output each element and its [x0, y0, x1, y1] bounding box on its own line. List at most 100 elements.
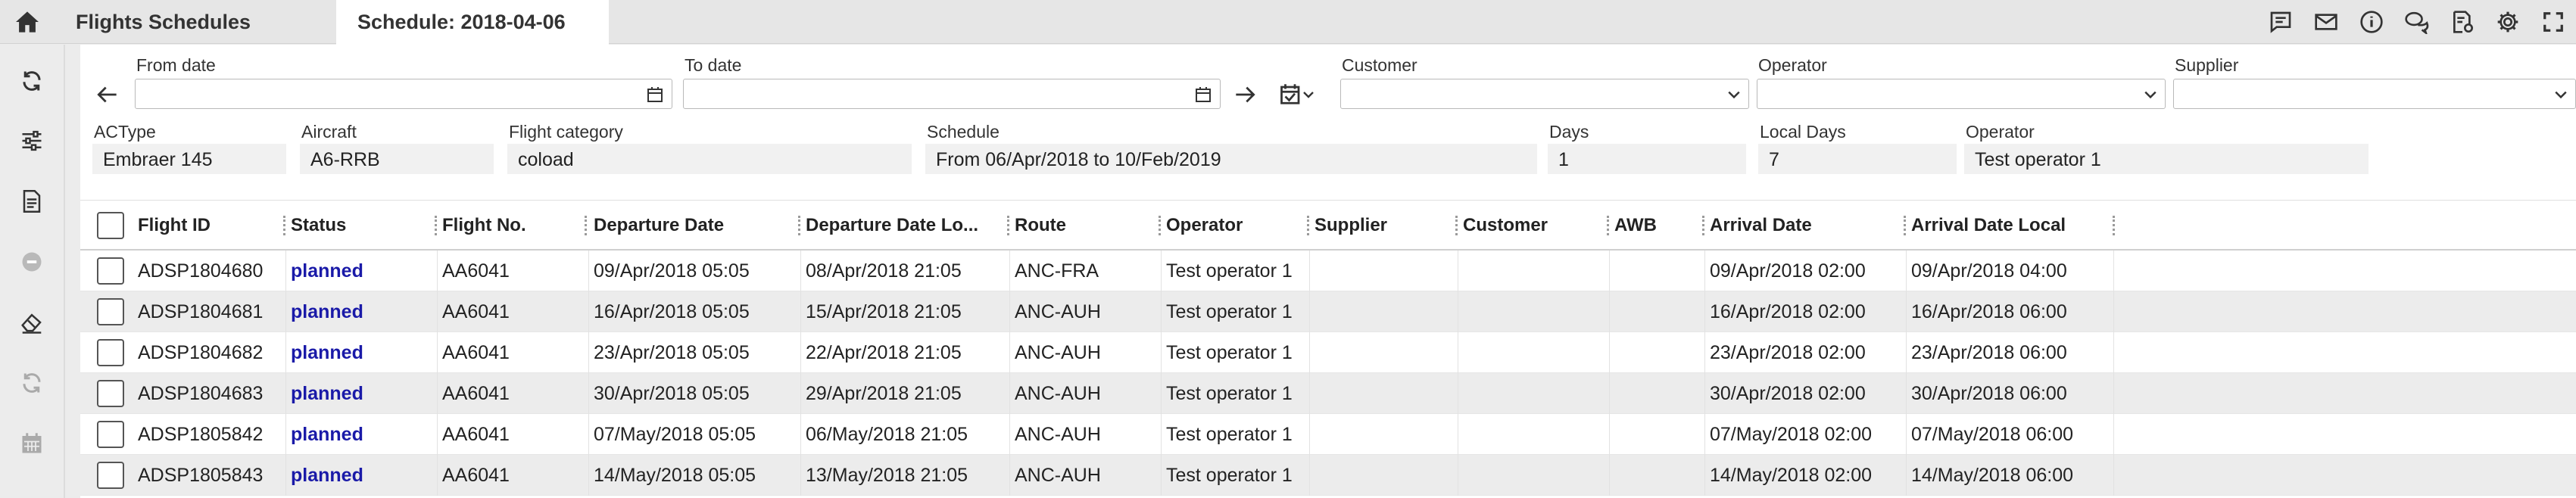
remove-button[interactable] — [9, 239, 55, 285]
refresh-icon — [23, 71, 41, 91]
sync-icon — [23, 373, 41, 393]
column-resize-handle[interactable] — [2113, 216, 2115, 235]
customer-select[interactable] — [1340, 79, 1749, 109]
column-resize-handle[interactable] — [1307, 216, 1309, 235]
cell-operator: Test operator 1 — [1162, 455, 1310, 496]
cell-status: planned — [286, 332, 438, 373]
table-row[interactable]: ADSP1804680 planned AA6041 09/Apr/2018 0… — [80, 251, 2576, 291]
column-header-awb[interactable]: AWB — [1610, 201, 1702, 251]
cell-route: ANC-AUH — [1010, 332, 1162, 373]
refresh-button[interactable] — [9, 58, 55, 104]
table-row[interactable]: ADSP1804682 planned AA6041 23/Apr/2018 0… — [80, 332, 2576, 373]
column-resize-handle[interactable] — [1455, 216, 1458, 235]
row-checkbox[interactable] — [97, 298, 124, 325]
cell-operator: Test operator 1 — [1162, 332, 1310, 373]
column-header-customer[interactable]: Customer — [1458, 201, 1607, 251]
calendar-button[interactable] — [9, 421, 55, 466]
cell-arrival-date-local: 09/Apr/2018 04:00 — [1907, 251, 2114, 291]
left-toolbar — [0, 45, 65, 498]
cell-supplier — [1310, 251, 1458, 291]
cell-departure-date: 14/May/2018 05:05 — [589, 455, 801, 496]
arrow-right-icon — [1236, 86, 1255, 103]
cell-supplier — [1310, 414, 1458, 455]
cell-supplier — [1310, 291, 1458, 332]
row-checkbox[interactable] — [97, 380, 124, 407]
to-date-field[interactable] — [683, 79, 1221, 109]
chat-button[interactable] — [2394, 0, 2440, 44]
clear-button[interactable] — [9, 300, 55, 345]
sync-button[interactable] — [9, 360, 55, 406]
cell-arrival-date-local: 30/Apr/2018 06:00 — [1907, 373, 2114, 414]
column-resize-handle[interactable] — [1159, 216, 1161, 235]
schedule-value: From 06/Apr/2018 to 10/Feb/2019 — [925, 144, 1537, 174]
column-header-arrival-date-local[interactable]: Arrival Date Local — [1907, 201, 2111, 251]
cell-customer — [1458, 414, 1610, 455]
column-header-flight-no[interactable]: Flight No. — [438, 201, 586, 251]
tab-label: Flights Schedules — [76, 10, 251, 33]
fullscreen-button[interactable] — [2531, 0, 2576, 44]
info-button[interactable] — [2349, 0, 2394, 44]
from-date-field[interactable] — [135, 79, 672, 109]
tab-schedule-detail[interactable]: Schedule: 2018-04-06 — [336, 0, 609, 45]
column-resize-handle[interactable] — [435, 216, 437, 235]
days-value: 1 — [1548, 144, 1746, 174]
column-resize-handle[interactable] — [798, 216, 800, 235]
home-button[interactable] — [0, 0, 55, 44]
supplier-select[interactable] — [2173, 79, 2576, 109]
row-checkbox[interactable] — [97, 421, 124, 448]
column-header-status[interactable]: Status — [286, 201, 435, 251]
column-header-arrival-date[interactable]: Arrival Date — [1705, 201, 1904, 251]
column-header-departure-date-local[interactable]: Departure Date Lo... — [801, 201, 1007, 251]
filter-settings-button[interactable] — [9, 118, 55, 163]
cell-route: ANC-FRA — [1010, 251, 1162, 291]
table-row[interactable]: ADSP1804683 planned AA6041 30/Apr/2018 0… — [80, 373, 2576, 414]
cell-operator: Test operator 1 — [1162, 414, 1310, 455]
cell-flight-no: AA6041 — [438, 291, 589, 332]
cell-departure-date: 30/Apr/2018 05:05 — [589, 373, 801, 414]
cell-departure-date-local: 13/May/2018 21:05 — [801, 455, 1010, 496]
document-settings-button[interactable] — [2440, 0, 2485, 44]
calendar-icon[interactable] — [646, 86, 664, 104]
tab-flights-schedules[interactable]: Flights Schedules — [55, 0, 336, 44]
settings-button[interactable] — [2485, 0, 2531, 44]
column-resize-handle[interactable] — [1904, 216, 1906, 235]
report-button[interactable] — [9, 179, 55, 224]
document-settings-icon — [2453, 11, 2473, 33]
cell-status: planned — [286, 414, 438, 455]
days-label: Days — [1549, 122, 1589, 142]
table-row[interactable]: ADSP1805842 planned AA6041 07/May/2018 0… — [80, 414, 2576, 455]
column-header-route[interactable]: Route — [1010, 201, 1159, 251]
column-resize-handle[interactable] — [585, 216, 587, 235]
comment-button[interactable] — [2258, 0, 2303, 44]
column-header-departure-date[interactable]: Departure Date — [589, 201, 798, 251]
cell-awb — [1610, 251, 1705, 291]
main-panel: From date To date Customer Operator Supp… — [80, 45, 2576, 498]
column-header-supplier[interactable]: Supplier — [1310, 201, 1455, 251]
table-row[interactable]: ADSP1805843 planned AA6041 14/May/2018 0… — [80, 455, 2576, 496]
column-header-operator[interactable]: Operator — [1162, 201, 1307, 251]
fullscreen-icon — [2543, 12, 2563, 32]
customer-label: Customer — [1342, 55, 1417, 75]
calendar-icon[interactable] — [1194, 86, 1212, 104]
row-checkbox[interactable] — [97, 257, 124, 285]
cell-departure-date-local: 29/Apr/2018 21:05 — [801, 373, 1010, 414]
row-checkbox[interactable] — [97, 339, 124, 366]
top-icon-bar — [2258, 0, 2576, 44]
mail-button[interactable] — [2303, 0, 2349, 44]
row-checkbox[interactable] — [97, 462, 124, 489]
operator-select[interactable] — [1757, 79, 2166, 109]
previous-button[interactable] — [91, 78, 124, 111]
column-resize-handle[interactable] — [283, 216, 285, 235]
cell-status: planned — [286, 455, 438, 496]
date-picker-menu-button[interactable] — [1271, 78, 1324, 111]
calendar-check-icon — [1280, 84, 1300, 104]
column-resize-handle[interactable] — [1007, 216, 1009, 235]
column-resize-handle[interactable] — [1607, 216, 1609, 235]
next-button[interactable] — [1228, 78, 1261, 111]
cell-awb — [1610, 332, 1705, 373]
select-all-checkbox[interactable] — [97, 212, 124, 239]
cell-supplier — [1310, 373, 1458, 414]
column-header-flight-id[interactable]: Flight ID — [133, 201, 285, 251]
table-row[interactable]: ADSP1804681 planned AA6041 16/Apr/2018 0… — [80, 291, 2576, 332]
column-resize-handle[interactable] — [1702, 216, 1704, 235]
